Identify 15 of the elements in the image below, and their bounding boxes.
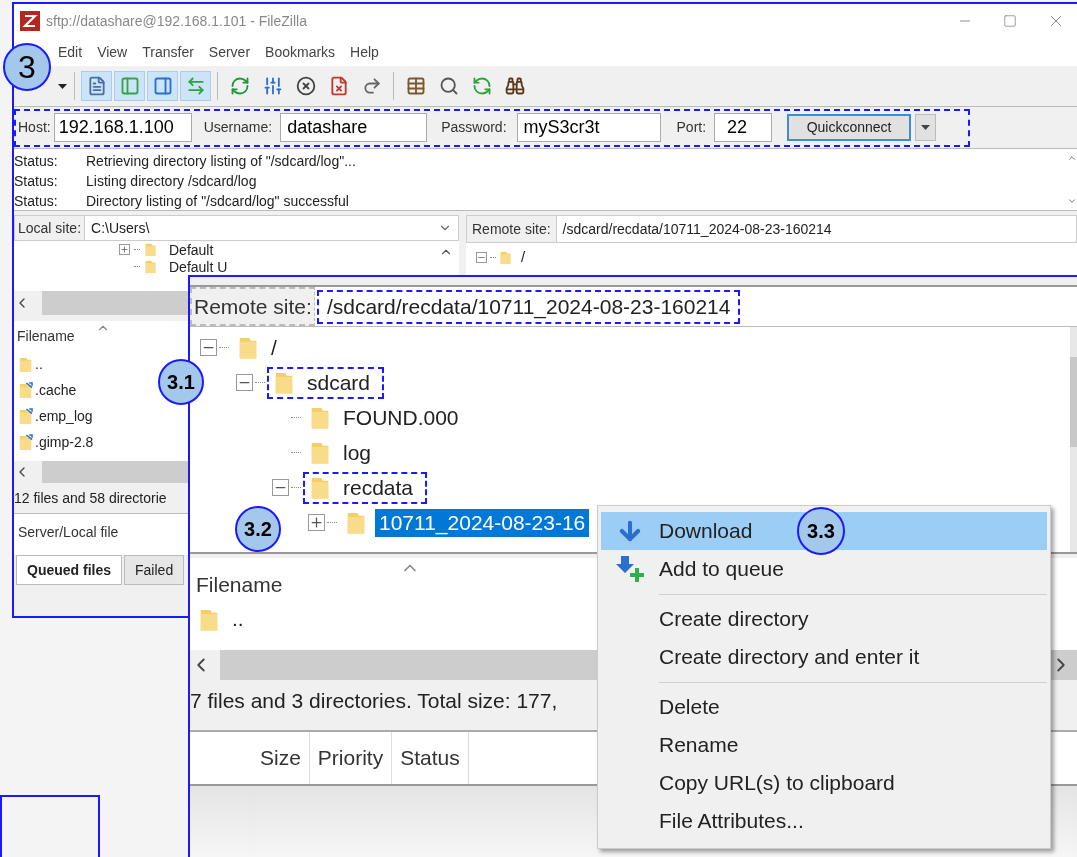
log-label: Status: — [14, 151, 59, 171]
remote-site-label: Remote site: — [194, 293, 312, 320]
step-badge: 3 — [3, 43, 51, 91]
log-message: Directory listing of "/sdcard/log" successful — [86, 191, 349, 211]
log-label: Status: — [14, 171, 59, 191]
password-label: Password: — [441, 118, 507, 137]
log-message: Listing directory /sdcard/log — [86, 171, 257, 191]
username-label: Username: — [203, 118, 273, 137]
local-status-text: 12 files and 58 directorie — [14, 488, 167, 508]
port-label: Port: — [676, 118, 707, 137]
window-title: sftp://datashare@192.168.1.101 - FileZilla — [46, 11, 307, 31]
host-label: Host: — [18, 118, 51, 137]
remote-status-text: 7 files and 3 directories. Total size: 177, — [190, 688, 558, 715]
log-message: Retrieving directory listing of "/sdcard/log"... — [86, 151, 356, 171]
log-label: Status: — [14, 191, 59, 211]
